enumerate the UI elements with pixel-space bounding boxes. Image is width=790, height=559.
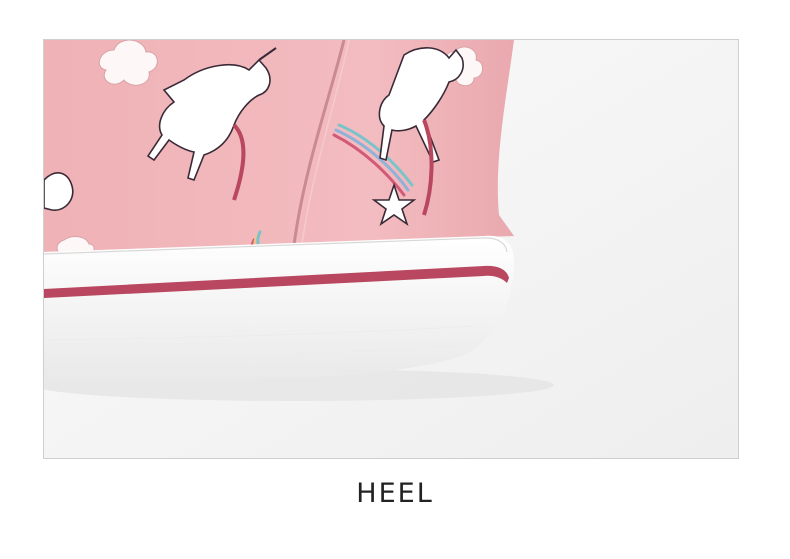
rubber-sole	[44, 235, 514, 380]
shoe-heel-photo	[44, 40, 738, 458]
photo-caption: HEEL	[356, 478, 434, 509]
product-photo	[43, 39, 739, 459]
